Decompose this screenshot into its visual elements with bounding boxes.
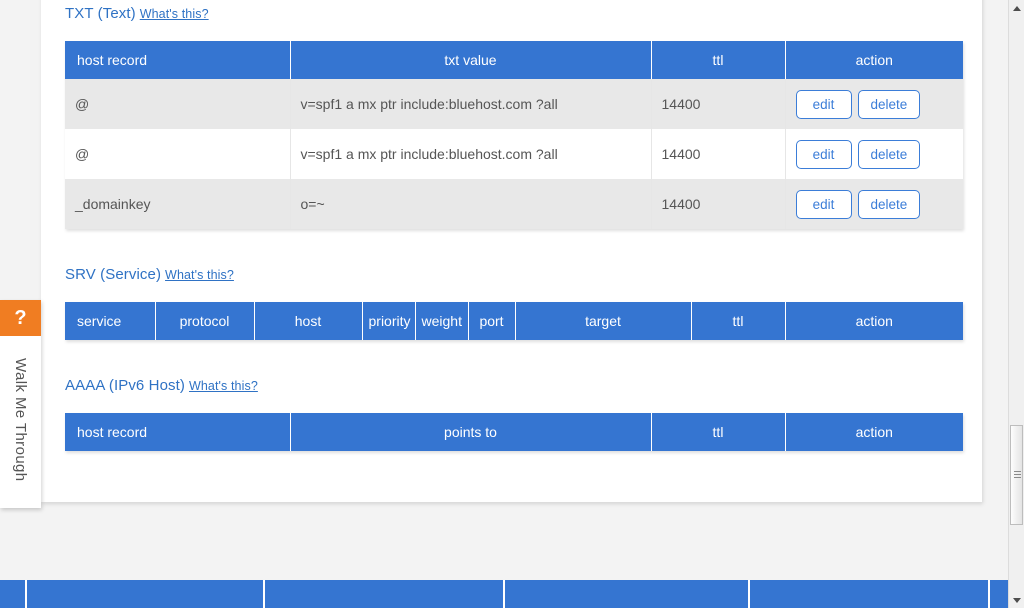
- cell-txt-value: v=spf1 a mx ptr include:bluehost.com ?al…: [290, 129, 652, 179]
- cell-action: edit delete: [785, 79, 963, 129]
- cell-action: edit delete: [785, 179, 963, 229]
- table-header-row: host record txt value ttl action: [65, 41, 963, 79]
- cell-txt-value: v=spf1 a mx ptr include:bluehost.com ?al…: [290, 79, 652, 129]
- column-header-priority: priority: [362, 302, 416, 340]
- column-header-host-record: host record: [65, 41, 291, 79]
- bottom-bar-divider: [988, 580, 990, 608]
- section-title-srv: SRV (Service): [65, 266, 162, 283]
- cell-host-record: _domainkey: [65, 179, 291, 229]
- table-header-row: host record points to ttl action: [65, 413, 963, 451]
- bottom-navigation-bar: [0, 580, 1009, 608]
- column-header-protocol: protocol: [155, 302, 255, 340]
- section-heading-txt: TXT (Text) What's this?: [65, 5, 209, 22]
- section-title-txt: TXT (Text): [65, 5, 136, 22]
- column-header-host-record: host record: [65, 413, 291, 451]
- delete-button[interactable]: delete: [857, 189, 921, 219]
- column-header-points-to: points to: [290, 413, 652, 451]
- column-header-txt-value: txt value: [290, 41, 652, 79]
- table-row: @ v=spf1 a mx ptr include:bluehost.com ?…: [65, 79, 963, 129]
- section-title-aaaa: AAAA (IPv6 Host): [65, 377, 185, 394]
- cell-ttl: 14400: [651, 129, 786, 179]
- edit-button[interactable]: edit: [795, 89, 852, 119]
- column-header-action: action: [785, 41, 963, 79]
- srv-records-table: service protocol host priority weight po…: [65, 302, 963, 340]
- table-row: @ v=spf1 a mx ptr include:bluehost.com ?…: [65, 129, 963, 179]
- aaaa-records-table: host record points to ttl action: [65, 413, 963, 451]
- cell-host-record: @: [65, 79, 291, 129]
- vertical-scrollbar[interactable]: [1008, 0, 1024, 608]
- scrollbar-thumb[interactable]: [1010, 425, 1023, 525]
- walk-me-through-label[interactable]: Walk Me Through: [0, 336, 41, 508]
- column-header-action: action: [785, 302, 963, 340]
- cell-host-record: @: [65, 129, 291, 179]
- scroll-up-arrow-icon[interactable]: [1009, 0, 1024, 16]
- section-heading-srv: SRV (Service) What's this?: [65, 266, 234, 283]
- bottom-bar-divider: [503, 580, 505, 608]
- bottom-bar-divider: [25, 580, 27, 608]
- help-question-icon[interactable]: ?: [0, 300, 41, 336]
- bottom-bar-divider: [748, 580, 750, 608]
- section-heading-aaaa: AAAA (IPv6 Host) What's this?: [65, 377, 258, 394]
- whats-this-link-srv[interactable]: What's this?: [165, 268, 234, 282]
- walk-me-through-widget[interactable]: ? Walk Me Through: [0, 300, 41, 508]
- whats-this-link-aaaa[interactable]: What's this?: [189, 379, 258, 393]
- column-header-service: service: [65, 302, 156, 340]
- delete-button[interactable]: delete: [857, 139, 921, 169]
- column-header-ttl: ttl: [651, 41, 786, 79]
- scrollbar-grip-icon: [1014, 471, 1021, 480]
- column-header-port: port: [468, 302, 516, 340]
- table-header-row: service protocol host priority weight po…: [65, 302, 963, 340]
- column-header-target: target: [515, 302, 692, 340]
- delete-button[interactable]: delete: [857, 89, 921, 119]
- edit-button[interactable]: edit: [795, 139, 852, 169]
- table-row: _domainkey o=~ 14400 edit delete: [65, 179, 963, 229]
- cell-txt-value: o=~: [290, 179, 652, 229]
- edit-button[interactable]: edit: [795, 189, 852, 219]
- whats-this-link-txt[interactable]: What's this?: [140, 7, 209, 21]
- cell-action: edit delete: [785, 129, 963, 179]
- column-header-ttl: ttl: [651, 413, 786, 451]
- bottom-bar-divider: [263, 580, 265, 608]
- column-header-host: host: [254, 302, 363, 340]
- column-header-weight: weight: [415, 302, 469, 340]
- scroll-down-arrow-icon[interactable]: [1009, 592, 1024, 608]
- txt-records-table: host record txt value ttl action @ v=spf…: [65, 41, 963, 229]
- column-header-ttl: ttl: [691, 302, 786, 340]
- cell-ttl: 14400: [651, 179, 786, 229]
- column-header-action: action: [785, 413, 963, 451]
- cell-ttl: 14400: [651, 79, 786, 129]
